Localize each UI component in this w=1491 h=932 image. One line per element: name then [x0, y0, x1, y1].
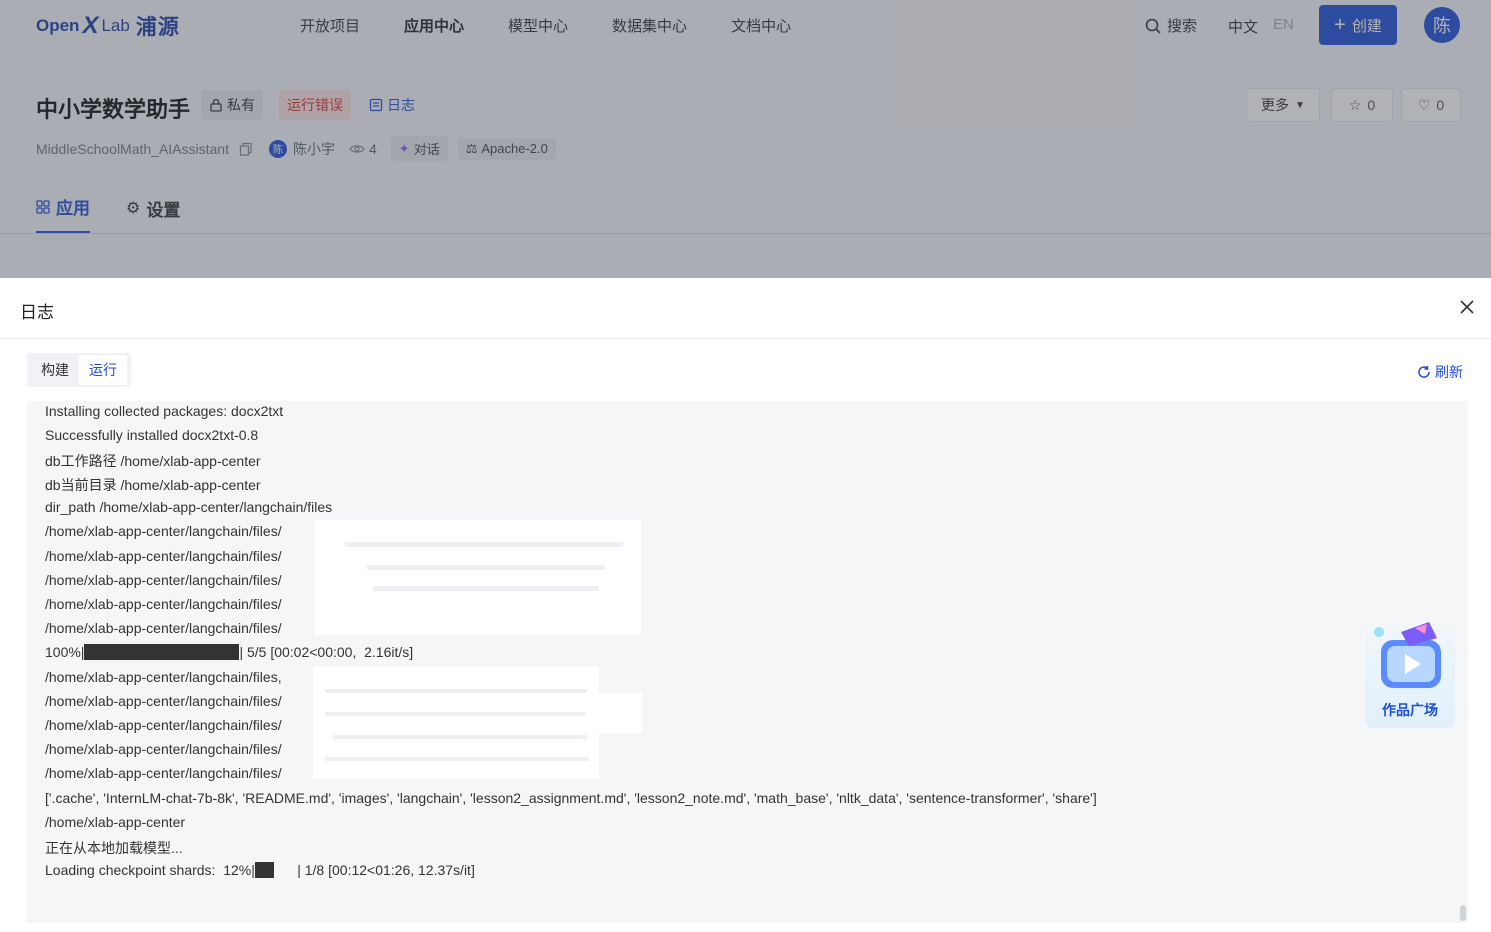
redacted-block	[587, 693, 642, 733]
refresh-label: 刷新	[1435, 364, 1463, 380]
drawer-header: 日志	[0, 278, 1491, 339]
log-line: /home/xlab-app-center/langchain/files/	[45, 523, 282, 539]
log-line: /home/xlab-app-center/langchain/files/	[45, 693, 282, 709]
redaction-artifact	[325, 757, 589, 761]
modal-overlay[interactable]	[0, 0, 1491, 278]
log-line: /home/xlab-app-center/langchain/files/	[45, 765, 282, 781]
log-line: db工作路径 /home/xlab-app-center	[45, 453, 261, 469]
refresh-icon	[1418, 366, 1430, 378]
log-line: /home/xlab-app-center/langchain/files/	[45, 741, 282, 757]
redaction-artifact	[325, 689, 587, 693]
progress-prefix: 100%|	[45, 644, 85, 660]
progress-bar-fill	[84, 644, 240, 660]
redaction-artifact	[367, 565, 605, 570]
widget-label: 作品广场	[1382, 702, 1438, 718]
log-line: Installing collected packages: docx2txt	[45, 403, 284, 419]
log-line: db当前目录 /home/xlab-app-center	[45, 477, 261, 493]
log-line: /home/xlab-app-center/langchain/files/	[45, 620, 282, 636]
log-drawer: 日志 构建 运行 刷新 Installing collected package…	[0, 278, 1491, 932]
close-icon[interactable]	[1458, 298, 1476, 316]
log-line: /home/xlab-app-center	[45, 814, 186, 830]
log-output[interactable]: Installing collected packages: docx2txt …	[27, 401, 1468, 923]
redacted-block	[315, 520, 641, 635]
refresh-button[interactable]: 刷新	[1417, 362, 1463, 382]
progress-line-2: Loading checkpoint shards: 12%| | 1/8 [0…	[45, 862, 475, 878]
segment-build[interactable]: 构建	[31, 355, 79, 385]
log-line: /home/xlab-app-center/langchain/files,	[45, 669, 282, 685]
drawer-title: 日志	[20, 303, 54, 322]
video-gallery-icon	[1374, 622, 1441, 688]
progress-prefix: Loading checkpoint shards: 12%|	[45, 862, 255, 878]
redaction-artifact	[373, 586, 599, 591]
log-type-segmented: 构建 运行	[27, 353, 131, 387]
redaction-artifact	[325, 712, 585, 716]
progress-tail: | 5/5 [00:02<00:00, 2.16it/s]	[239, 644, 414, 660]
log-line: /home/xlab-app-center/langchain/files/	[45, 548, 282, 564]
log-line: /home/xlab-app-center/langchain/files/	[45, 596, 282, 612]
log-line: 正在从本地加载模型...	[45, 840, 183, 856]
segment-run[interactable]: 运行	[79, 355, 127, 385]
showcase-widget[interactable]: 作品广场	[1365, 618, 1455, 728]
log-line: /home/xlab-app-center/langchain/files/	[45, 717, 282, 733]
scrollbar-thumb[interactable]	[1460, 905, 1466, 921]
progress-bar-fill	[254, 862, 274, 878]
log-line: /home/xlab-app-center/langchain/files/	[45, 572, 282, 588]
log-line: Successfully installed docx2txt-0.8	[45, 427, 259, 443]
redaction-artifact	[333, 735, 587, 739]
redacted-block	[313, 667, 599, 779]
progress-line-1: 100%| | 5/5 [00:02<00:00, 2.16it/s]	[45, 644, 413, 660]
log-line: ['.cache', 'InternLM-chat-7b-8k', 'READM…	[45, 790, 1097, 806]
progress-tail: | 1/8 [00:12<01:26, 12.37s/it]	[273, 862, 475, 878]
redaction-artifact	[345, 542, 623, 547]
log-line: dir_path /home/xlab-app-center/langchain…	[45, 499, 333, 515]
